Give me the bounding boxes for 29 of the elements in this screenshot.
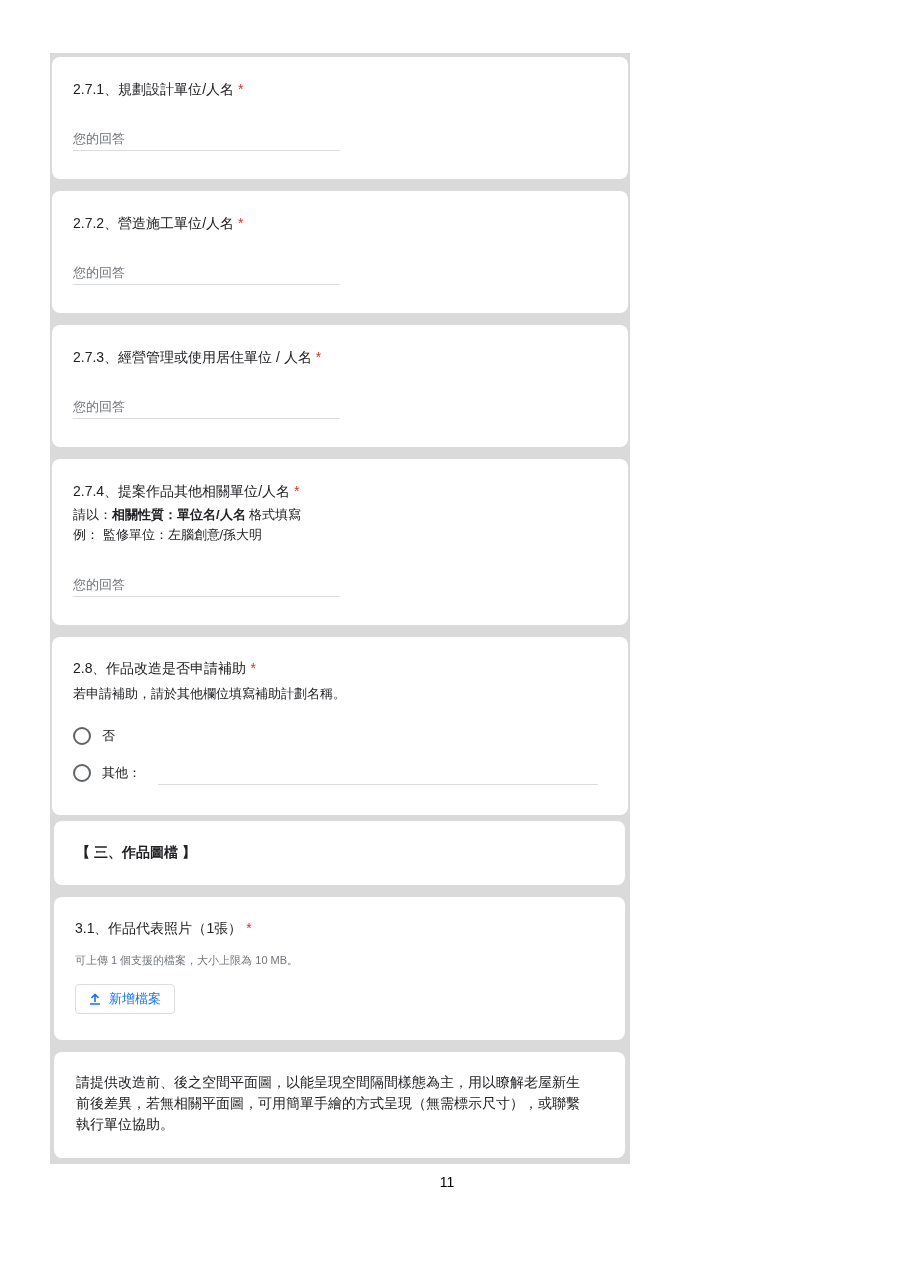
answer-field[interactable]: 您的回答 — [73, 395, 340, 419]
required-asterisk: * — [238, 214, 244, 233]
question-description: 請以：相關性質：單位名/人名 格式填寫 — [73, 506, 303, 524]
question-title: 2.7.1、規劃設計單位/人名 — [73, 80, 235, 99]
question-title: 2.7.4、提案作品其他相關單位/人名 — [73, 482, 291, 501]
radio-button[interactable] — [73, 764, 91, 782]
section-title: 【 三、作品圖檔 】 — [76, 843, 197, 862]
answer-field[interactable]: 您的回答 — [73, 261, 340, 285]
answer-field[interactable]: 您的回答 — [73, 127, 340, 151]
question-title: 3.1、作品代表照片（1張） — [75, 919, 243, 938]
question-description: 若申請補助，請於其他欄位填寫補助計劃名稱。 — [73, 685, 347, 703]
radio-button[interactable] — [73, 727, 91, 745]
required-asterisk: * — [238, 80, 244, 99]
add-file-button[interactable]: 新增檔案 — [75, 984, 175, 1014]
required-asterisk: * — [250, 659, 256, 678]
question-title: 2.8、作品改造是否申請補助 — [73, 659, 247, 678]
required-asterisk: * — [294, 482, 300, 501]
question-title: 2.7.2、營造施工單位/人名 — [73, 214, 235, 233]
required-asterisk: * — [246, 919, 252, 938]
option-label[interactable]: 其他： — [102, 763, 141, 783]
page-number: 11 — [439, 1174, 455, 1190]
answer-field[interactable]: 您的回答 — [73, 573, 340, 597]
upload-hint: 可上傳 1 個支援的檔案，大小上限為 10 MB。 — [75, 953, 300, 968]
option-label[interactable]: 否 — [102, 726, 115, 746]
upload-icon — [89, 993, 101, 1005]
instruction-text: 請提供改造前、後之空間平面圖，以能呈現空間隔間樣態為主，用以瞭解老屋新生前後差異，若無相關平面圖，可用簡單手繪的方式呈現（無需標示尺寸），或聯繫執行單位協助。 — [76, 1073, 581, 1134]
required-asterisk: * — [315, 348, 322, 367]
question-description: 例： 監修單位：左腦創意/孫大明 — [73, 526, 264, 544]
question-title: 2.7.3、經營管理或使用居住單位 / 人名 — [73, 348, 312, 367]
